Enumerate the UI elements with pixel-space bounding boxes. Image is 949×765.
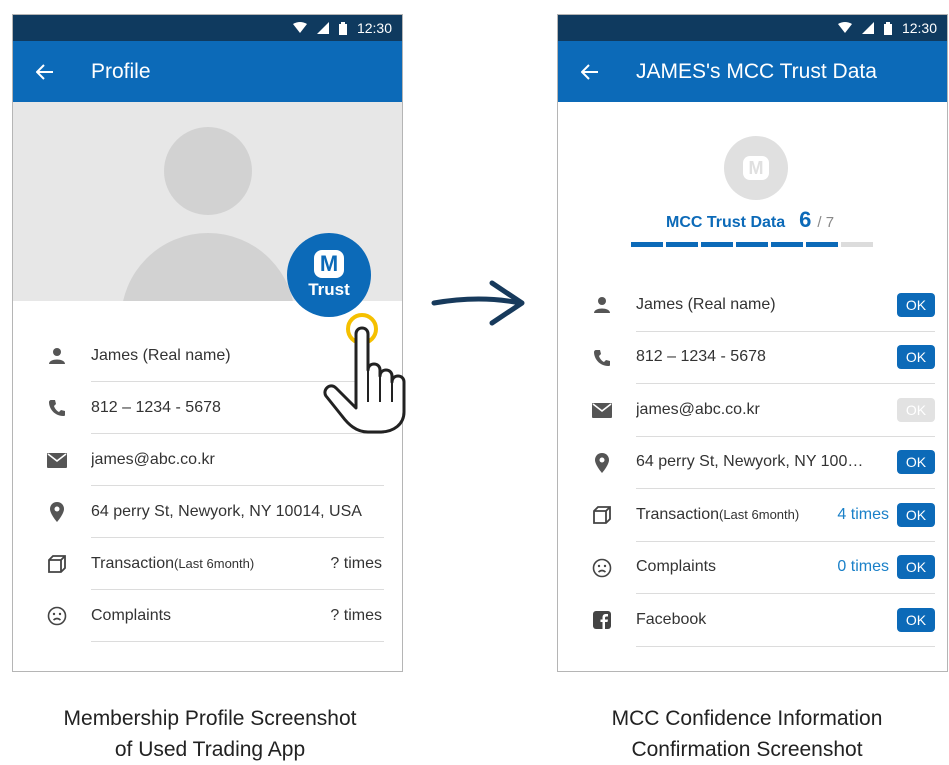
trust-progress-bar (631, 242, 873, 247)
ok-button[interactable]: OK (897, 292, 935, 317)
mcc-logo-icon: M (743, 156, 769, 180)
tap-hand-icon (323, 313, 406, 434)
row-label: Transaction(Last 6month) (91, 554, 255, 572)
sad-face-icon (13, 606, 91, 626)
trust-data-row: Facebook OK (558, 594, 947, 647)
row-sublabel: (Last 6month) (174, 555, 255, 571)
box-icon (558, 506, 636, 525)
back-arrow-icon[interactable] (33, 60, 57, 84)
row-label: james@abc.co.kr (636, 400, 760, 418)
row-label: Facebook (636, 610, 707, 628)
phone-icon (558, 349, 636, 367)
page-title: Profile (91, 59, 151, 83)
signal-icon (861, 22, 874, 34)
ok-button[interactable]: OK (897, 555, 935, 580)
row-label: Complaints (91, 606, 172, 624)
trust-score: 6 (799, 207, 812, 232)
trust-score-total: / 7 (817, 214, 835, 231)
trust-heading-label: MCC Trust Data (666, 214, 786, 231)
progress-segment (841, 242, 873, 247)
caption-right: MCC Confidence Information Confirmation … (537, 703, 949, 765)
caption-line: MCC Confidence Information (611, 707, 883, 730)
battery-icon (338, 21, 347, 35)
row-value: ? times (330, 554, 382, 572)
row-label: james@abc.co.kr (91, 450, 215, 468)
trust-data-row: 64 perry St, Newyork, NY 100… OK (558, 437, 947, 489)
ok-button[interactable]: OK (897, 607, 935, 632)
facebook-icon (558, 611, 636, 630)
caption-line: Confirmation Screenshot (631, 738, 863, 761)
caption-line: Membership Profile Screenshot (63, 707, 357, 730)
progress-segment (631, 242, 663, 247)
app-bar: Profile (13, 41, 402, 102)
back-arrow-icon[interactable] (578, 60, 602, 84)
wifi-icon (292, 22, 307, 34)
progress-segment (806, 242, 838, 247)
avatar-body (121, 233, 295, 301)
trust-label: Trust (308, 280, 350, 299)
row-value: ? times (330, 606, 382, 624)
transition-arrow-icon (431, 280, 525, 326)
progress-segment (771, 242, 803, 247)
ok-button[interactable]: OK (897, 502, 935, 527)
ok-button[interactable]: OK (897, 397, 935, 422)
status-bar: 12:30 (13, 15, 402, 41)
wifi-icon (837, 22, 852, 34)
row-label: Transaction(Last 6month) (636, 505, 800, 523)
phone-icon (13, 399, 91, 417)
trust-data-row: Complaints 0 times OK (558, 542, 947, 594)
progress-segment (666, 242, 698, 247)
mail-icon (558, 402, 636, 418)
trust-data-list: James (Real name) OK 812 – 1234 - 5678 OK ja… (558, 279, 947, 647)
box-icon (13, 555, 91, 573)
status-time: 12:30 (356, 20, 392, 36)
person-icon (13, 347, 91, 365)
sad-face-icon (558, 558, 636, 578)
trust-button[interactable]: M Trust (287, 233, 371, 317)
row-label: 64 perry St, Newyork, NY 100… (636, 453, 864, 471)
page-title: JAMES's MCC Trust Data (636, 59, 877, 83)
mcc-logo-icon: M (314, 250, 344, 278)
row-sublabel: (Last 6month) (719, 506, 800, 522)
location-pin-icon (558, 452, 636, 473)
trust-data-row: james@abc.co.kr OK (558, 384, 947, 437)
mcc-logo: M (724, 136, 788, 200)
row-label: Complaints (636, 558, 717, 576)
row-label: 812 – 1234 - 5678 (636, 348, 766, 366)
ok-button[interactable]: OK (897, 345, 935, 370)
mail-icon (13, 452, 91, 468)
ok-button[interactable]: OK (897, 450, 935, 475)
caption-left: Membership Profile Screenshot of Used Tr… (0, 703, 420, 765)
profile-info-row: Complaints ? times (13, 590, 402, 642)
battery-icon (883, 21, 892, 35)
status-time: 12:30 (901, 20, 937, 36)
progress-segment (736, 242, 768, 247)
profile-info-row: 64 perry St, Newyork, NY 10014, USA (13, 486, 402, 538)
person-icon (558, 296, 636, 314)
progress-segment (701, 242, 733, 247)
status-bar: 12:30 (558, 15, 947, 41)
app-bar: JAMES's MCC Trust Data (558, 41, 947, 102)
trust-data-row: 812 – 1234 - 5678 OK (558, 332, 947, 384)
avatar-head (164, 127, 252, 215)
row-count: 4 times (837, 505, 889, 523)
signal-icon (316, 22, 329, 34)
profile-info-row: Transaction(Last 6month) ? times (13, 538, 402, 590)
row-count: 0 times (837, 558, 889, 576)
row-label: James (Real name) (636, 295, 776, 313)
trust-data-row: James (Real name) OK (558, 279, 947, 332)
trust-score-heading: MCC Trust Data 6 / 7 (666, 207, 834, 233)
row-label: 64 perry St, Newyork, NY 10014, USA (91, 502, 362, 520)
profile-info-row: james@abc.co.kr (13, 434, 402, 486)
mcc-trust-screen: 12:30 JAMES's MCC Trust Data M MCC Trust… (557, 14, 948, 672)
trust-data-row: Transaction(Last 6month) 4 times OK (558, 489, 947, 542)
caption-line: of Used Trading App (114, 738, 306, 761)
location-pin-icon (13, 502, 91, 522)
